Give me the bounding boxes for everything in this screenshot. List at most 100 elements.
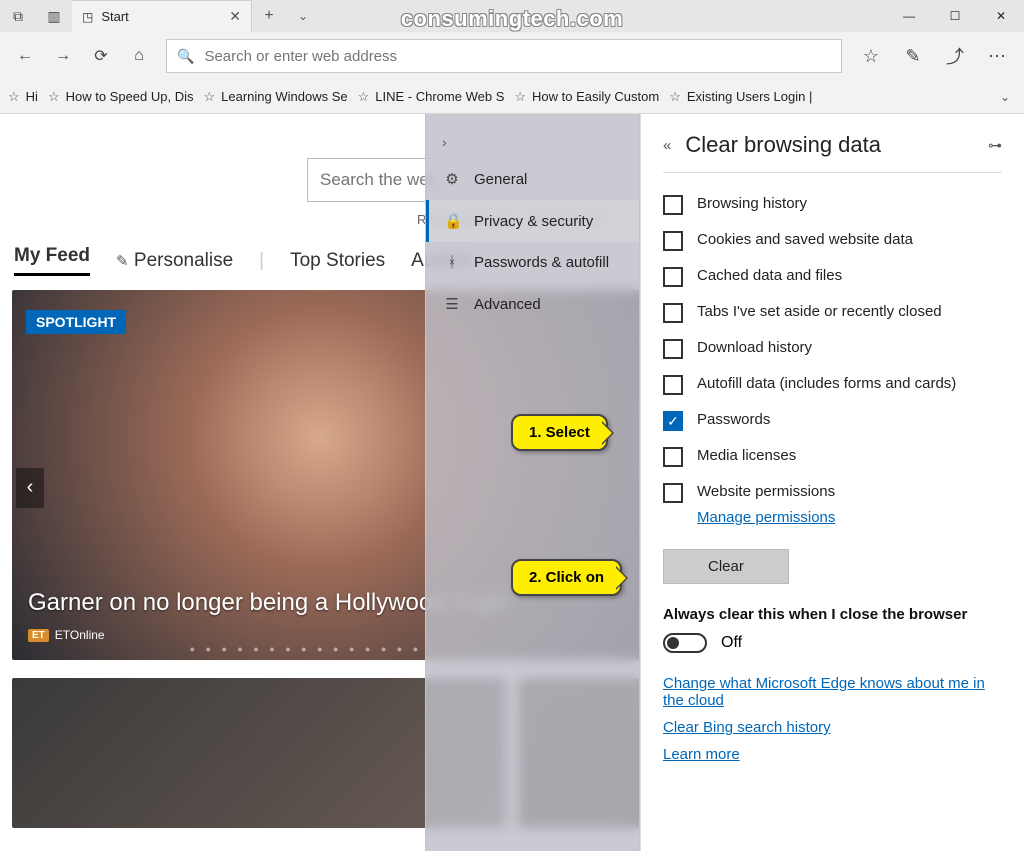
favorite-item[interactable]: ☆ How to Easily Custom	[514, 89, 659, 105]
clear-button[interactable]: Clear	[663, 549, 789, 584]
clear-option-label: Browsing history	[697, 195, 807, 212]
checkbox-icon[interactable]	[663, 375, 683, 395]
titlebar: ⧉ ▥ ◳ Start ✕ + ⌄ — ☐ ✕	[0, 0, 1024, 32]
search-icon: 🔍	[177, 48, 194, 65]
star-icon: ☆	[669, 89, 681, 105]
tab-label: Personalise	[134, 250, 233, 271]
checkbox-icon[interactable]	[663, 267, 683, 287]
annotation-select: 1. Select	[511, 414, 608, 451]
clear-option-1[interactable]: Cookies and saved website data	[663, 223, 1002, 259]
settings-sidebar: › ⚙ General 🔒 Privacy & security ᚼ Password…	[425, 114, 640, 851]
star-icon: ☆	[204, 89, 216, 105]
tab-top-stories[interactable]: Top Stories	[290, 250, 385, 272]
new-tab-button[interactable]: +	[252, 0, 286, 32]
clear-option-label: Website permissions	[697, 483, 835, 500]
settings-label: Passwords & autofill	[474, 254, 609, 271]
checkbox-icon[interactable]	[663, 195, 683, 215]
tab-close-icon[interactable]: ✕	[211, 8, 241, 25]
always-clear-label: Always clear this when I close the brows…	[663, 606, 1002, 623]
sliders-icon: ☰	[444, 295, 460, 313]
back-button[interactable]: ←	[6, 37, 44, 75]
tab-favicon-icon: ◳	[82, 10, 93, 24]
hero-prev-icon[interactable]: ‹	[16, 468, 44, 508]
clear-option-5[interactable]: Autofill data (includes forms and cards)	[663, 367, 1002, 403]
clear-option-label: Autofill data (includes forms and cards)	[697, 375, 956, 392]
browser-tab[interactable]: ◳ Start ✕	[72, 0, 252, 32]
clear-option-3[interactable]: Tabs I've set aside or recently closed	[663, 295, 1002, 331]
back-chevron-icon[interactable]: «	[663, 137, 671, 154]
notes-icon[interactable]: ✎	[892, 37, 934, 75]
settings-expand-icon[interactable]: ›	[426, 126, 639, 158]
settings-label: Privacy & security	[474, 213, 593, 230]
tab-personalise[interactable]: ✎ Personalise	[116, 250, 233, 272]
more-icon[interactable]: ⋯	[976, 37, 1018, 75]
clear-option-0[interactable]: Browsing history	[663, 187, 1002, 223]
favorite-item[interactable]: ☆Hi	[8, 89, 38, 105]
favorites-bar: ☆Hi ☆How to Speed Up, Dis ☆Learning Wind…	[0, 80, 1024, 114]
star-icon: ☆	[358, 89, 370, 105]
clear-option-label: Cached data and files	[697, 267, 842, 284]
manage-permissions-link[interactable]: Manage permissions	[697, 509, 835, 526]
tab-my-feed[interactable]: My Feed	[14, 245, 90, 276]
address-bar[interactable]: 🔍	[166, 39, 842, 73]
favorite-label: Learning Windows Se	[221, 89, 347, 104]
source-label: ETOnline	[55, 628, 105, 642]
pin-icon[interactable]: ⊶	[988, 137, 1002, 154]
favorite-label: Hi	[26, 89, 38, 104]
favorite-label: LINE - Chrome Web S	[375, 89, 504, 104]
window-close-button[interactable]: ✕	[978, 0, 1024, 32]
clear-data-pane: « Clear browsing data ⊶ Browsing history…	[640, 114, 1024, 851]
checkbox-icon[interactable]: ✓	[663, 411, 683, 431]
spotlight-badge: SPOTLIGHT	[26, 310, 126, 334]
checkbox-icon[interactable]	[663, 447, 683, 467]
window-minimize-button[interactable]: —	[886, 0, 932, 32]
checkbox-icon[interactable]	[663, 231, 683, 251]
forward-button[interactable]: →	[44, 37, 82, 75]
source-badge: ET	[28, 629, 49, 642]
clear-option-label: Media licenses	[697, 447, 796, 464]
star-icon: ☆	[514, 89, 526, 105]
settings-label: Advanced	[474, 296, 541, 313]
gear-icon: ⚙	[444, 170, 460, 188]
settings-passwords[interactable]: ᚼ Passwords & autofill	[426, 242, 639, 283]
checkbox-icon[interactable]	[663, 483, 683, 503]
show-tabs-icon[interactable]: ▥	[36, 0, 72, 32]
home-button[interactable]: ⌂	[120, 37, 158, 75]
pencil-icon: ✎	[116, 253, 129, 270]
settings-privacy[interactable]: 🔒 Privacy & security	[426, 200, 639, 242]
favorite-item[interactable]: ☆How to Speed Up, Dis	[48, 89, 194, 105]
tab-label: Start	[101, 9, 128, 24]
favorites-overflow-icon[interactable]: ⌄	[1000, 90, 1016, 104]
lock-icon: 🔒	[444, 212, 460, 230]
checkbox-icon[interactable]	[663, 303, 683, 323]
clear-option-2[interactable]: Cached data and files	[663, 259, 1002, 295]
cloud-data-link[interactable]: Change what Microsoft Edge knows about m…	[663, 675, 1002, 709]
tabs-aside-icon[interactable]: ⧉	[0, 0, 36, 32]
settings-general[interactable]: ⚙ General	[426, 158, 639, 200]
clear-option-label: Passwords	[697, 411, 770, 428]
page-content: 🔍 Recent Searches: Motorola Mot My Feed …	[0, 114, 1024, 851]
learn-more-link[interactable]: Learn more	[663, 746, 1002, 763]
favorite-label: How to Easily Custom	[532, 89, 659, 104]
settings-advanced[interactable]: ☰ Advanced	[426, 283, 639, 325]
checkbox-icon[interactable]	[663, 339, 683, 359]
refresh-button[interactable]: ⟳	[82, 37, 120, 75]
window-maximize-button[interactable]: ☐	[932, 0, 978, 32]
settings-label: General	[474, 171, 527, 188]
share-icon[interactable]: ⤴	[934, 37, 976, 75]
key-icon: ᚼ	[444, 254, 460, 271]
always-clear-toggle[interactable]	[663, 633, 707, 653]
navbar: ← → ⟳ ⌂ 🔍 ☆ ✎ ⤴ ⋯	[0, 32, 1024, 80]
clear-option-6[interactable]: ✓ Passwords	[663, 403, 1002, 439]
bing-history-link[interactable]: Clear Bing search history	[663, 719, 1002, 736]
favorite-item[interactable]: ☆ Learning Windows Se	[204, 89, 348, 105]
pane-title: Clear browsing data	[685, 132, 881, 158]
clear-option-7[interactable]: Media licenses	[663, 439, 1002, 475]
favorite-item[interactable]: ☆ LINE - Chrome Web S	[358, 89, 505, 105]
address-input[interactable]	[204, 48, 831, 65]
favorites-icon[interactable]: ☆	[850, 37, 892, 75]
clear-option-8[interactable]: Website permissions	[663, 475, 1002, 511]
favorite-item[interactable]: ☆Existing Users Login |	[669, 89, 812, 105]
clear-option-4[interactable]: Download history	[663, 331, 1002, 367]
tab-actions-icon[interactable]: ⌄	[286, 0, 320, 32]
